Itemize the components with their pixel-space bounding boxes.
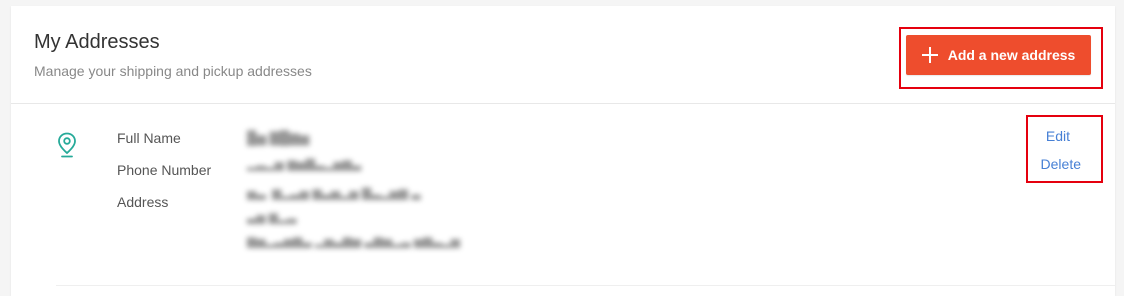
divider — [56, 285, 1115, 286]
address-line-1: ▅▃, ▆▂▃▅ ▆▃▅▂▅ ▇▃▂▅▆ ▃ — [247, 186, 421, 200]
phone-number-value: ▂▃▂▅ ▆▅▇▃▂▅▆▃ — [247, 157, 362, 171]
address-labels: Full Name Phone Number Address — [117, 130, 211, 226]
plus-icon — [921, 47, 938, 63]
location-pin-icon — [58, 132, 76, 158]
page-subtitle: Manage your shipping and pickup addresse… — [34, 63, 312, 79]
address-line-3: ▆▅▂▃▅▆▃ ▂▅▃▆▅ ▃▆▅▂▃ ▅▆▃▂▅ — [247, 234, 461, 248]
delete-address-link[interactable]: Delete — [1041, 156, 1081, 172]
actions-highlight — [1026, 115, 1103, 183]
address-line-2: ▃▅ ▆▂▃ — [247, 210, 297, 224]
page-header: My Addresses Manage your shipping and pi… — [11, 6, 1115, 104]
add-new-address-button[interactable]: Add a new address — [906, 35, 1091, 75]
addresses-card: My Addresses Manage your shipping and pi… — [11, 6, 1115, 296]
add-new-address-label: Add a new address — [947, 47, 1076, 63]
full-name-label: Full Name — [117, 130, 181, 146]
full-name-value: █▅ ▇█▆▅ — [247, 130, 310, 145]
address-label: Address — [117, 194, 169, 210]
page-title: My Addresses — [34, 31, 160, 53]
phone-number-label: Phone Number — [117, 162, 212, 178]
edit-address-link[interactable]: Edit — [1046, 128, 1070, 144]
